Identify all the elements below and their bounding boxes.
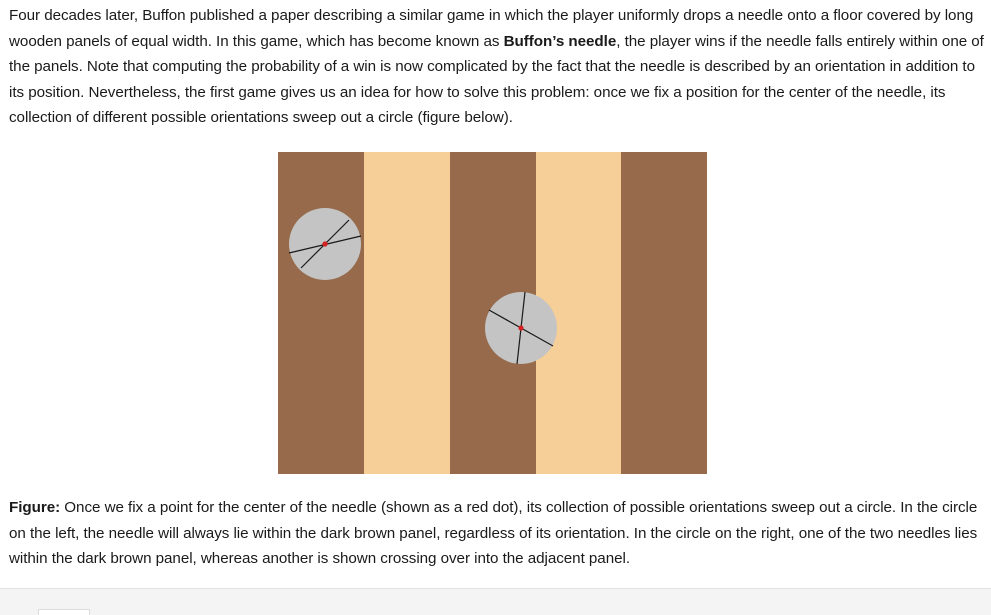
buffons-needle-figure (278, 152, 707, 474)
light-panel-1 (364, 152, 450, 474)
buffons-needle-term: Buffon’s needle (503, 32, 617, 50)
figure-caption: Figure: Once we fix a point for the cent… (9, 495, 984, 572)
dark-panel-1 (278, 152, 364, 474)
dark-panel-3 (621, 152, 707, 474)
left-needle-circle (288, 208, 362, 280)
bottom-toolbar (0, 588, 991, 615)
caption-text: Once we fix a point for the center of th… (9, 499, 978, 568)
needle-center-dot (322, 241, 328, 247)
body-paragraph: Four decades later, Buffon published a p… (9, 3, 984, 131)
needle-center-dot (518, 325, 524, 331)
right-needle-circle (485, 291, 557, 365)
bottom-tab[interactable] (38, 609, 90, 615)
caption-label: Figure: (9, 499, 61, 516)
